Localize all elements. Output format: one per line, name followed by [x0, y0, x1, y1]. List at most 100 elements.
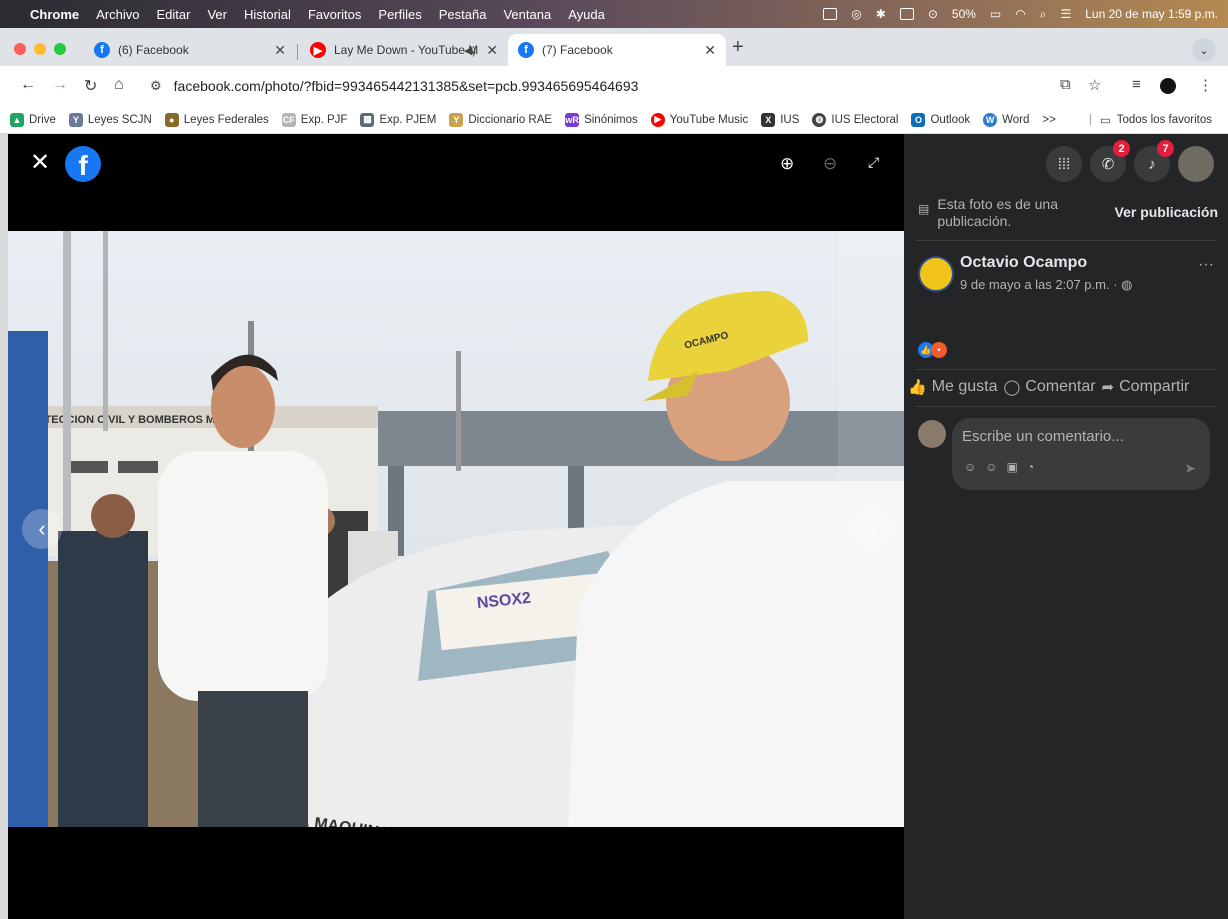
zoom-out-icon[interactable]: ⊖	[823, 154, 837, 174]
bookmark-youtube-music[interactable]: ▶ YouTube Music	[650, 112, 748, 127]
view-post-link[interactable]: Ver publicación	[1115, 204, 1218, 220]
notifications-bell-icon[interactable]: ♪ 7	[1134, 140, 1174, 182]
bookmark-leyes-scjn[interactable]: Y Leyes SCJN	[68, 112, 152, 127]
tab-facebook-1[interactable]: f (6) Facebook ✕	[84, 34, 296, 66]
bookmark-label: Sinónimos	[584, 113, 638, 126]
creative-cloud-icon[interactable]	[823, 8, 838, 20]
menu-perfiles[interactable]: Perfiles	[378, 7, 421, 22]
comment-placeholder[interactable]: Escribe un comentario...	[962, 428, 1124, 445]
all-bookmarks-label: Todos los favoritos	[1116, 114, 1212, 126]
menu-editar[interactable]: Editar	[156, 7, 190, 22]
browser-window: Chrome Archivo Editar Ver Historial Favo…	[0, 0, 1228, 919]
apps-menu-icon[interactable]: ⁞⁞⁞	[1046, 146, 1082, 182]
photo-viewer: ✕ f ⊕ ⊖ ⤢ OTECCION CIVIL Y BOMBEROS MUNI…	[8, 134, 904, 919]
menu-ayuda[interactable]: Ayuda	[568, 7, 605, 22]
bookmark-exp-pjem[interactable]: ▦ Exp. PJEM	[360, 112, 436, 127]
address-bar[interactable]: ⚙ facebook.com/photo/?fbid=9934654421313…	[144, 71, 1144, 101]
bookmark-exp-pjf[interactable]: CF Exp. PJF	[281, 112, 347, 127]
comment-input[interactable]: Escribe un comentario... ☺ ☺ ▣ ◔ ➤	[952, 418, 1210, 490]
send-icon[interactable]: ➤	[1184, 460, 1196, 477]
pjem-icon: ▦	[360, 112, 375, 127]
bookmark-ius[interactable]: X IUS	[761, 112, 799, 127]
tab-strip: f (6) Facebook ✕ ▶ Lay Me Down - YouTube…	[0, 28, 1228, 66]
menu-historial[interactable]: Historial	[244, 7, 291, 22]
menu-archivo[interactable]: Archivo	[96, 7, 139, 22]
menu-ventana[interactable]: Ventana	[503, 7, 551, 22]
more-options-icon[interactable]: ···	[1198, 256, 1214, 274]
media-queue-icon[interactable]: ≡	[1132, 76, 1141, 93]
reload-icon[interactable]: ↻	[84, 76, 97, 96]
author-name[interactable]: Octavio Ocampo	[960, 254, 1087, 272]
tab-title: Lay Me Down - YouTube M	[334, 43, 479, 57]
bookmark-sinonimos[interactable]: wR Sinónimos	[565, 112, 638, 127]
bookmark-drive[interactable]: ▲ Drive	[10, 112, 56, 127]
spotlight-search-icon[interactable]: ⌕	[1040, 7, 1047, 22]
cast-icon[interactable]: ⧉	[1060, 76, 1071, 93]
menu-ver[interactable]: Ver	[207, 7, 227, 22]
all-bookmarks[interactable]: | ▭ Todos los favoritos	[1089, 106, 1212, 134]
gif-icon[interactable]: ▣	[1007, 460, 1018, 474]
share-button[interactable]: ➦ Compartir	[1102, 378, 1190, 396]
close-window-button[interactable]	[14, 43, 26, 55]
divider	[916, 240, 1216, 241]
minimize-window-button[interactable]	[34, 43, 46, 55]
seal-icon: ●	[164, 112, 179, 127]
zoom-window-button[interactable]	[54, 43, 66, 55]
chevron-down-icon[interactable]: ⌄	[1192, 38, 1216, 62]
bluetooth-icon[interactable]: ✱	[876, 7, 886, 21]
bookmark-word[interactable]: W Word	[983, 112, 1029, 127]
fullscreen-icon[interactable]: ⤢	[868, 154, 879, 171]
divider	[916, 369, 1216, 370]
close-tab-icon[interactable]: ✕	[486, 42, 498, 59]
menu-favoritos[interactable]: Favoritos	[308, 7, 361, 22]
display-icon[interactable]	[899, 8, 914, 20]
new-tab-icon[interactable]: +	[732, 36, 744, 59]
close-tab-icon[interactable]: ✕	[704, 42, 716, 59]
url-text[interactable]: facebook.com/photo/?fbid=993465442131385…	[174, 78, 639, 94]
post-date[interactable]: 9 de mayo a las 2:07 p.m. · ◍	[960, 277, 1133, 293]
sticker-icon[interactable]: ◔	[1027, 460, 1034, 474]
comment-button[interactable]: ◯ Comentar	[1004, 378, 1096, 396]
bookmark-outlook[interactable]: O Outlook	[911, 112, 970, 127]
airplay-icon[interactable]: ◎	[851, 7, 861, 21]
next-photo-icon[interactable]: ›	[852, 509, 892, 549]
play-circle-icon[interactable]: ⊙	[928, 7, 938, 21]
tab-youtube-music[interactable]: ▶ Lay Me Down - YouTube M ◀) ✕	[300, 34, 508, 66]
bookmark-ius-electoral[interactable]: ◍ IUS Electoral	[812, 112, 899, 127]
close-icon[interactable]: ✕	[30, 148, 50, 177]
speaker-icon[interactable]: ◀)	[464, 44, 476, 57]
reaction-summary[interactable]: 👍 •	[918, 342, 947, 358]
battery-icon[interactable]: ▭	[990, 7, 1001, 21]
bookmark-leyes-federales[interactable]: ● Leyes Federales	[164, 112, 269, 127]
forward-icon[interactable]: →	[52, 76, 68, 94]
avatar-sticker-icon[interactable]: ☺	[964, 460, 976, 474]
bookmarks-overflow[interactable]: >>	[1042, 114, 1055, 126]
profile-avatar[interactable]	[1160, 78, 1176, 94]
author-avatar[interactable]	[918, 256, 954, 292]
menu-pestana[interactable]: Pestaña	[439, 7, 487, 22]
bookmark-label: IUS Electoral	[831, 113, 899, 126]
home-icon[interactable]: ⌂	[114, 76, 124, 94]
messenger-icon[interactable]: ✆ 2	[1090, 140, 1130, 182]
previous-photo-icon[interactable]: ‹	[22, 509, 62, 549]
account-avatar[interactable]	[1178, 146, 1214, 182]
ius-icon: X	[761, 112, 776, 127]
site-settings-icon[interactable]: ⚙	[150, 78, 162, 94]
menu-clock[interactable]: Lun 20 de may 1:59 p.m.	[1085, 7, 1218, 21]
bookmark-diccionario-rae[interactable]: Y Diccionario RAE	[449, 112, 552, 127]
messenger-badge: 2	[1113, 140, 1130, 157]
back-icon[interactable]: ←	[20, 76, 36, 94]
top-icons: ⁞⁞⁞ ✆ 2 ♪ 7	[1046, 140, 1214, 182]
wifi-icon[interactable]: ◠	[1015, 7, 1025, 21]
emoji-icon[interactable]: ☺	[985, 460, 997, 474]
close-tab-icon[interactable]: ✕	[274, 42, 286, 59]
bookmarks-bar: ▲ Drive Y Leyes SCJN ● Leyes Federales CF Ex…	[0, 106, 1228, 134]
bookmark-star-icon[interactable]: ☆	[1088, 76, 1101, 94]
menu-app-name[interactable]: Chrome	[30, 7, 79, 22]
tab-facebook-active[interactable]: f (7) Facebook ✕	[508, 34, 726, 66]
zoom-in-icon[interactable]: ⊕	[780, 154, 794, 174]
more-menu-icon[interactable]: ⋮	[1198, 76, 1213, 94]
facebook-logo-icon[interactable]: f	[65, 146, 101, 182]
control-center-icon[interactable]: ☰	[1060, 7, 1071, 21]
like-button[interactable]: 👍 Me gusta	[908, 378, 998, 396]
